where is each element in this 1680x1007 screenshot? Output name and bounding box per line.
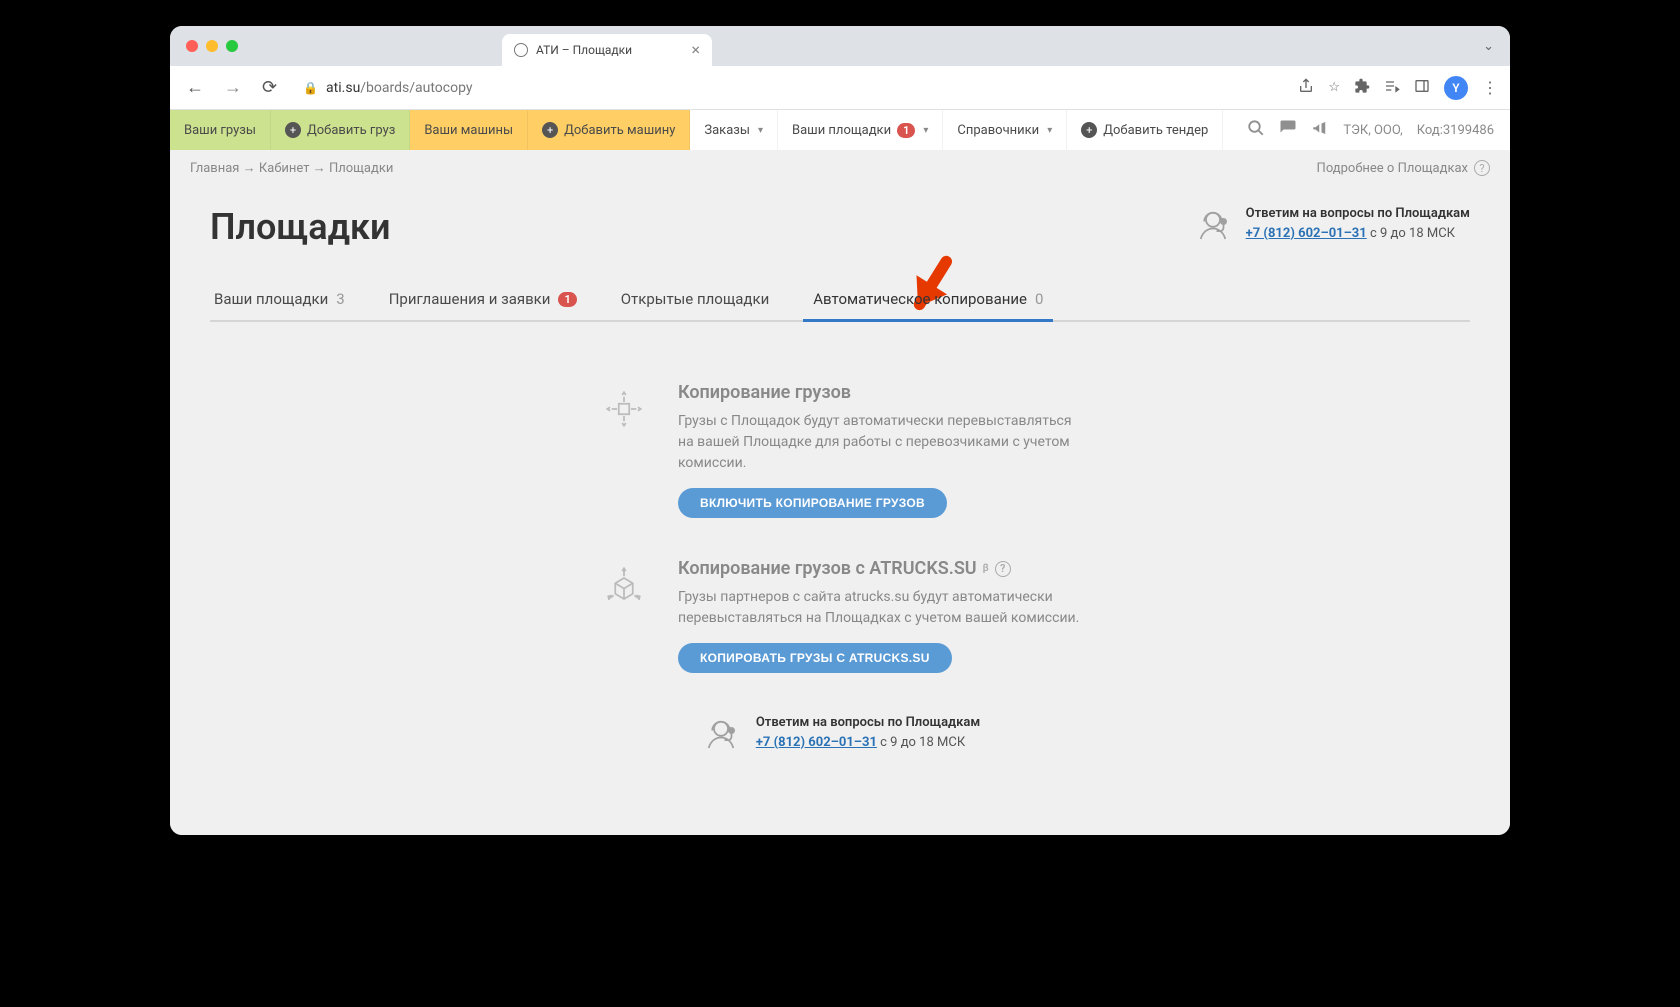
browser-tab[interactable]: АТИ – Площадки × bbox=[502, 34, 712, 66]
tab-title: АТИ – Площадки bbox=[536, 43, 632, 57]
section-title: Копирование грузов с ATRUCKS.SU bbox=[678, 558, 977, 579]
plus-icon: + bbox=[542, 122, 558, 138]
browser-tab-strip: АТИ – Площадки × ⌄ bbox=[170, 26, 1510, 66]
page-content: Ваши грузы + Добавить груз Ваши машины +… bbox=[170, 110, 1510, 835]
tab-close-icon[interactable]: × bbox=[691, 42, 700, 58]
tab-label: Ваши площадки bbox=[214, 290, 328, 308]
tab-label: Приглашения и заявки bbox=[389, 290, 551, 308]
chat-icon[interactable] bbox=[1279, 119, 1297, 141]
tab-invites[interactable]: Приглашения и заявки 1 bbox=[385, 278, 581, 320]
nav-add-truck-label: Добавить машину bbox=[564, 123, 675, 138]
nav-your-cargo[interactable]: Ваши грузы bbox=[170, 110, 271, 150]
sidepanel-icon[interactable] bbox=[1414, 78, 1430, 98]
chevron-down-icon: ▾ bbox=[758, 125, 763, 136]
plus-icon: + bbox=[285, 122, 301, 138]
tab-label: Автоматическое копирование bbox=[813, 290, 1027, 308]
tab-count: 0 bbox=[1035, 290, 1043, 308]
support-agent-icon bbox=[1192, 204, 1234, 246]
back-button-icon[interactable]: ← bbox=[182, 73, 208, 102]
nav-add-tender-label: Добавить тендер bbox=[1103, 123, 1208, 138]
nav-orders-label: Заказы bbox=[704, 123, 750, 138]
breadcrumb-home[interactable]: Главная bbox=[190, 161, 239, 176]
help-icon[interactable]: ? bbox=[995, 561, 1011, 577]
nav-refs-label: Справочники bbox=[957, 123, 1039, 138]
tab-label: Открытые площадки bbox=[621, 290, 770, 308]
beta-badge: β bbox=[983, 563, 989, 574]
breadcrumb-cabinet[interactable]: Кабинет bbox=[259, 161, 310, 176]
help-link[interactable]: Подробнее о Площадках ? bbox=[1317, 160, 1490, 176]
forward-button-icon: → bbox=[220, 73, 246, 102]
nav-org-code: Код:3199486 bbox=[1417, 123, 1494, 138]
breadcrumb-current: Площадки bbox=[329, 161, 393, 176]
browser-window: АТИ – Площадки × ⌄ ← → ⟳ 🔒 ati.su/boards… bbox=[170, 26, 1510, 835]
megaphone-icon[interactable] bbox=[1311, 119, 1329, 141]
share-icon[interactable] bbox=[1298, 78, 1314, 98]
support-agent-icon bbox=[700, 713, 742, 755]
main-nav: Ваши грузы + Добавить груз Ваши машины +… bbox=[170, 110, 1510, 150]
tab-badge: 1 bbox=[558, 292, 576, 307]
tab-list-dropdown-icon[interactable]: ⌄ bbox=[1483, 39, 1494, 54]
nav-your-trucks[interactable]: Ваши машины bbox=[410, 110, 528, 150]
help-link-label: Подробнее о Площадках bbox=[1317, 161, 1468, 176]
support-title: Ответим на вопросы по Площадкам bbox=[756, 713, 980, 733]
nav-org-name[interactable]: ТЭК, ООО, bbox=[1343, 123, 1402, 138]
support-hours: с 9 до 18 МСК bbox=[1370, 226, 1455, 241]
favicon-icon bbox=[514, 43, 528, 57]
window-close-icon[interactable] bbox=[186, 40, 198, 52]
browser-toolbar: ← → ⟳ 🔒 ati.su/boards/autocopy ☆ bbox=[170, 66, 1510, 110]
breadcrumb-bar: Главная → Кабинет → Площадки Подробнее о… bbox=[170, 150, 1510, 186]
reload-button-icon[interactable]: ⟳ bbox=[258, 73, 281, 102]
section-title: Копирование грузов bbox=[678, 382, 1080, 403]
star-icon[interactable]: ☆ bbox=[1328, 80, 1340, 95]
browser-menu-icon[interactable]: ⋮ bbox=[1482, 78, 1498, 97]
nav-boards-badge: 1 bbox=[897, 123, 915, 138]
chevron-down-icon: ▾ bbox=[923, 125, 928, 136]
search-icon[interactable] bbox=[1247, 119, 1265, 141]
nav-add-cargo[interactable]: + Добавить груз bbox=[271, 110, 410, 150]
cube-arrows-icon bbox=[600, 558, 648, 673]
nav-references[interactable]: Справочники ▾ bbox=[943, 110, 1067, 150]
support-title: Ответим на вопросы по Площадкам bbox=[1246, 204, 1470, 224]
help-icon: ? bbox=[1474, 160, 1490, 176]
tab-autocopy[interactable]: Автоматическое копирование 0 bbox=[809, 278, 1047, 320]
nav-boards-label: Ваши площадки bbox=[792, 123, 891, 138]
page-tabs: Ваши площадки 3 Приглашения и заявки 1 О… bbox=[210, 278, 1470, 322]
enable-copy-cargo-button[interactable]: ВКЛЮЧИТЬ КОПИРОВАНИЕ ГРУЗОВ bbox=[678, 488, 947, 518]
extensions-icon[interactable] bbox=[1354, 78, 1370, 98]
support-phone[interactable]: +7 (812) 602–01–31 bbox=[756, 735, 877, 750]
playlist-icon[interactable] bbox=[1384, 78, 1400, 98]
nav-add-tender[interactable]: + Добавить тендер bbox=[1067, 110, 1223, 150]
support-hours: с 9 до 18 МСК bbox=[880, 735, 965, 750]
window-controls bbox=[186, 40, 238, 52]
address-bar[interactable]: 🔒 ati.su/boards/autocopy bbox=[293, 73, 1286, 103]
nav-add-truck[interactable]: + Добавить машину bbox=[528, 110, 690, 150]
window-minimize-icon[interactable] bbox=[206, 40, 218, 52]
url-path: /boards/autocopy bbox=[360, 80, 472, 96]
chevron-down-icon: ▾ bbox=[1047, 125, 1052, 136]
footer-support: Ответим на вопросы по Площадкам +7 (812)… bbox=[700, 713, 980, 755]
section-atrucks: Копирование грузов с ATRUCKS.SU β ? Груз… bbox=[600, 558, 1080, 673]
section-desc: Грузы партнеров с сайта atrucks.su будут… bbox=[678, 587, 1080, 629]
nav-orders[interactable]: Заказы ▾ bbox=[690, 110, 778, 150]
plus-icon: + bbox=[1081, 122, 1097, 138]
window-maximize-icon[interactable] bbox=[226, 40, 238, 52]
url-domain: ati.su bbox=[326, 80, 360, 96]
support-phone[interactable]: +7 (812) 602–01–31 bbox=[1246, 226, 1367, 241]
section-desc: Грузы с Площадок будут автоматически пер… bbox=[678, 411, 1080, 474]
profile-avatar[interactable]: Y bbox=[1444, 76, 1468, 100]
tab-open-boards[interactable]: Открытые площадки bbox=[617, 278, 774, 320]
copy-atrucks-button[interactable]: КОПИРОВАТЬ ГРУЗЫ С ATRUCKS.SU bbox=[678, 643, 952, 673]
tab-count: 3 bbox=[336, 290, 344, 308]
support-box: Ответим на вопросы по Площадкам +7 (812)… bbox=[1192, 204, 1470, 246]
copy-arrows-icon bbox=[600, 382, 648, 518]
nav-your-boards[interactable]: Ваши площадки 1 ▾ bbox=[778, 110, 943, 150]
lock-icon: 🔒 bbox=[303, 81, 318, 95]
tab-your-boards[interactable]: Ваши площадки 3 bbox=[210, 278, 349, 320]
nav-add-cargo-label: Добавить груз bbox=[307, 123, 395, 138]
section-copy-cargo: Копирование грузов Грузы с Площадок буду… bbox=[600, 382, 1080, 518]
breadcrumb: Главная → Кабинет → Площадки bbox=[190, 160, 393, 176]
